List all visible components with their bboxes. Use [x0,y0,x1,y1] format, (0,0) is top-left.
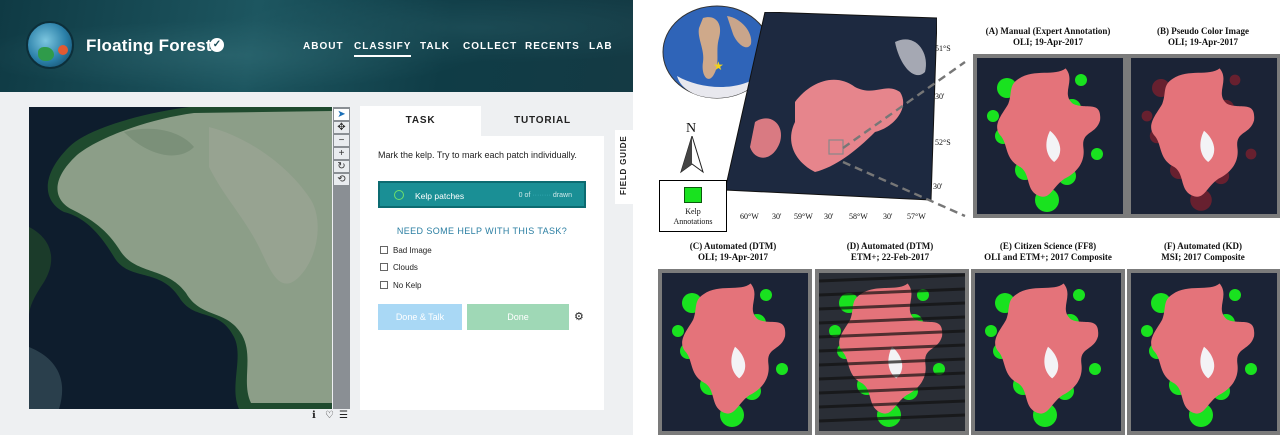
site-title[interactable]: Floating Forests [86,36,221,56]
lat-label: 30' [935,92,945,101]
info-icon[interactable]: ℹ [312,410,316,421]
tab-tutorial[interactable]: TUTORIAL [481,106,604,136]
north-arrow-icon [680,136,704,174]
map-legend: Kelp Annotations [659,180,727,232]
kelp-tool-label: Kelp patches [415,191,465,201]
panel-c-image [658,269,812,435]
caption-d: (D) Automated (DTM) ETM+; 22-Feb-2017 [846,241,934,262]
legend-line2: Annotations [673,217,713,226]
caption-f: (F) Automated (KD) MSI; 2017 Composite [1161,241,1245,262]
classify-interface: Floating Forests ✓ ABOUT CLASSIFY TALK C… [0,0,633,435]
lon-label: 30' [883,212,893,221]
nav-talk[interactable]: TALK [420,41,450,52]
lon-label: 57°W [907,212,926,221]
panel-f-image [1127,269,1280,435]
done-button[interactable]: Done [467,304,569,330]
image-toolbar: ➤ ✥ − + ↻ ⟲ [333,107,350,409]
checkbox-no-kelp[interactable]: No Kelp [380,281,421,290]
lon-label: 30' [824,212,834,221]
gear-icon[interactable]: ⚙ [574,310,584,323]
legend-line1: Kelp [685,207,701,216]
caption-e: (E) Citizen Science (FF8) OLI and ETM+; 2… [984,241,1112,262]
nav-classify[interactable]: CLASSIFY [354,41,412,57]
favorite-heart-icon[interactable]: ♡ [325,410,334,421]
lon-label: 60°W [740,212,759,221]
polygon-tool-icon [394,190,404,200]
nav-about[interactable]: ABOUT [303,41,344,52]
panel-d-image [815,269,969,435]
lon-label: 59°W [794,212,813,221]
site-header: Floating Forests ✓ ABOUT CLASSIFY TALK C… [0,0,633,92]
rotate-icon[interactable]: ↻ [334,161,349,172]
lat-label: 30' [933,182,943,191]
checkbox-box[interactable] [380,263,388,271]
collections-list-icon[interactable]: ☰ [339,410,348,421]
kelp-comparison-figure: ★ 51°S 30' 52°S 30' 60°W 30' 59°W 30' 58… [633,0,1280,435]
project-logo[interactable] [26,21,74,69]
lat-label: 52°S [935,138,951,147]
help-link[interactable]: NEED SOME HELP WITH THIS TASK? [378,226,586,236]
kelp-swatch [684,187,702,203]
caption-c: (C) Automated (DTM) OLI; 19-Apr-2017 [689,241,777,262]
nav-lab[interactable]: LAB [589,41,613,52]
panel-a-image [973,54,1127,218]
pan-tool-icon[interactable]: ✥ [334,122,349,133]
checkbox-box[interactable] [380,246,388,254]
kelp-patches-tool-button[interactable]: Kelp patches 0 of ········ drawn [378,181,586,208]
checkbox-bad-image[interactable]: Bad Image [380,246,432,255]
tab-task[interactable]: TASK [360,106,481,136]
field-guide-tab[interactable]: FIELD GUIDE [615,130,633,204]
north-label: N [686,121,697,136]
subject-image[interactable] [29,107,332,409]
zoom-out-icon[interactable]: − [334,135,349,146]
done-and-talk-button[interactable]: Done & Talk [378,304,462,330]
lon-label: 58°W [849,212,868,221]
zoom-connector-lines [842,61,966,218]
caption-b: (B) Pseudo Color Image OLI; 19-Apr-2017 [1156,26,1250,47]
lat-label: 51°S [935,44,951,53]
drawn-count: 0 of ········ drawn [518,192,572,199]
caption-a: (A) Manual (Expert Annotation) OLI; 19-Ap… [985,26,1111,47]
nav-collect[interactable]: COLLECT [463,41,517,52]
nav-recents[interactable]: RECENTS [525,41,580,52]
panel-e-image [971,269,1125,435]
reset-icon[interactable]: ⟲ [334,174,349,185]
verified-check-icon: ✓ [210,38,224,52]
task-panel: TASK TUTORIAL Mark the kelp. Try to mark… [360,106,604,410]
pointer-tool-icon[interactable]: ➤ [334,109,349,120]
checkbox-box[interactable] [380,281,388,289]
svg-text:★: ★ [713,59,724,73]
panel-b-image [1127,54,1280,218]
lon-label: 30' [772,212,782,221]
zoom-in-icon[interactable]: + [334,148,349,159]
task-instruction: Mark the kelp. Try to mark each patch in… [378,150,577,160]
checkbox-clouds[interactable]: Clouds [380,263,418,272]
